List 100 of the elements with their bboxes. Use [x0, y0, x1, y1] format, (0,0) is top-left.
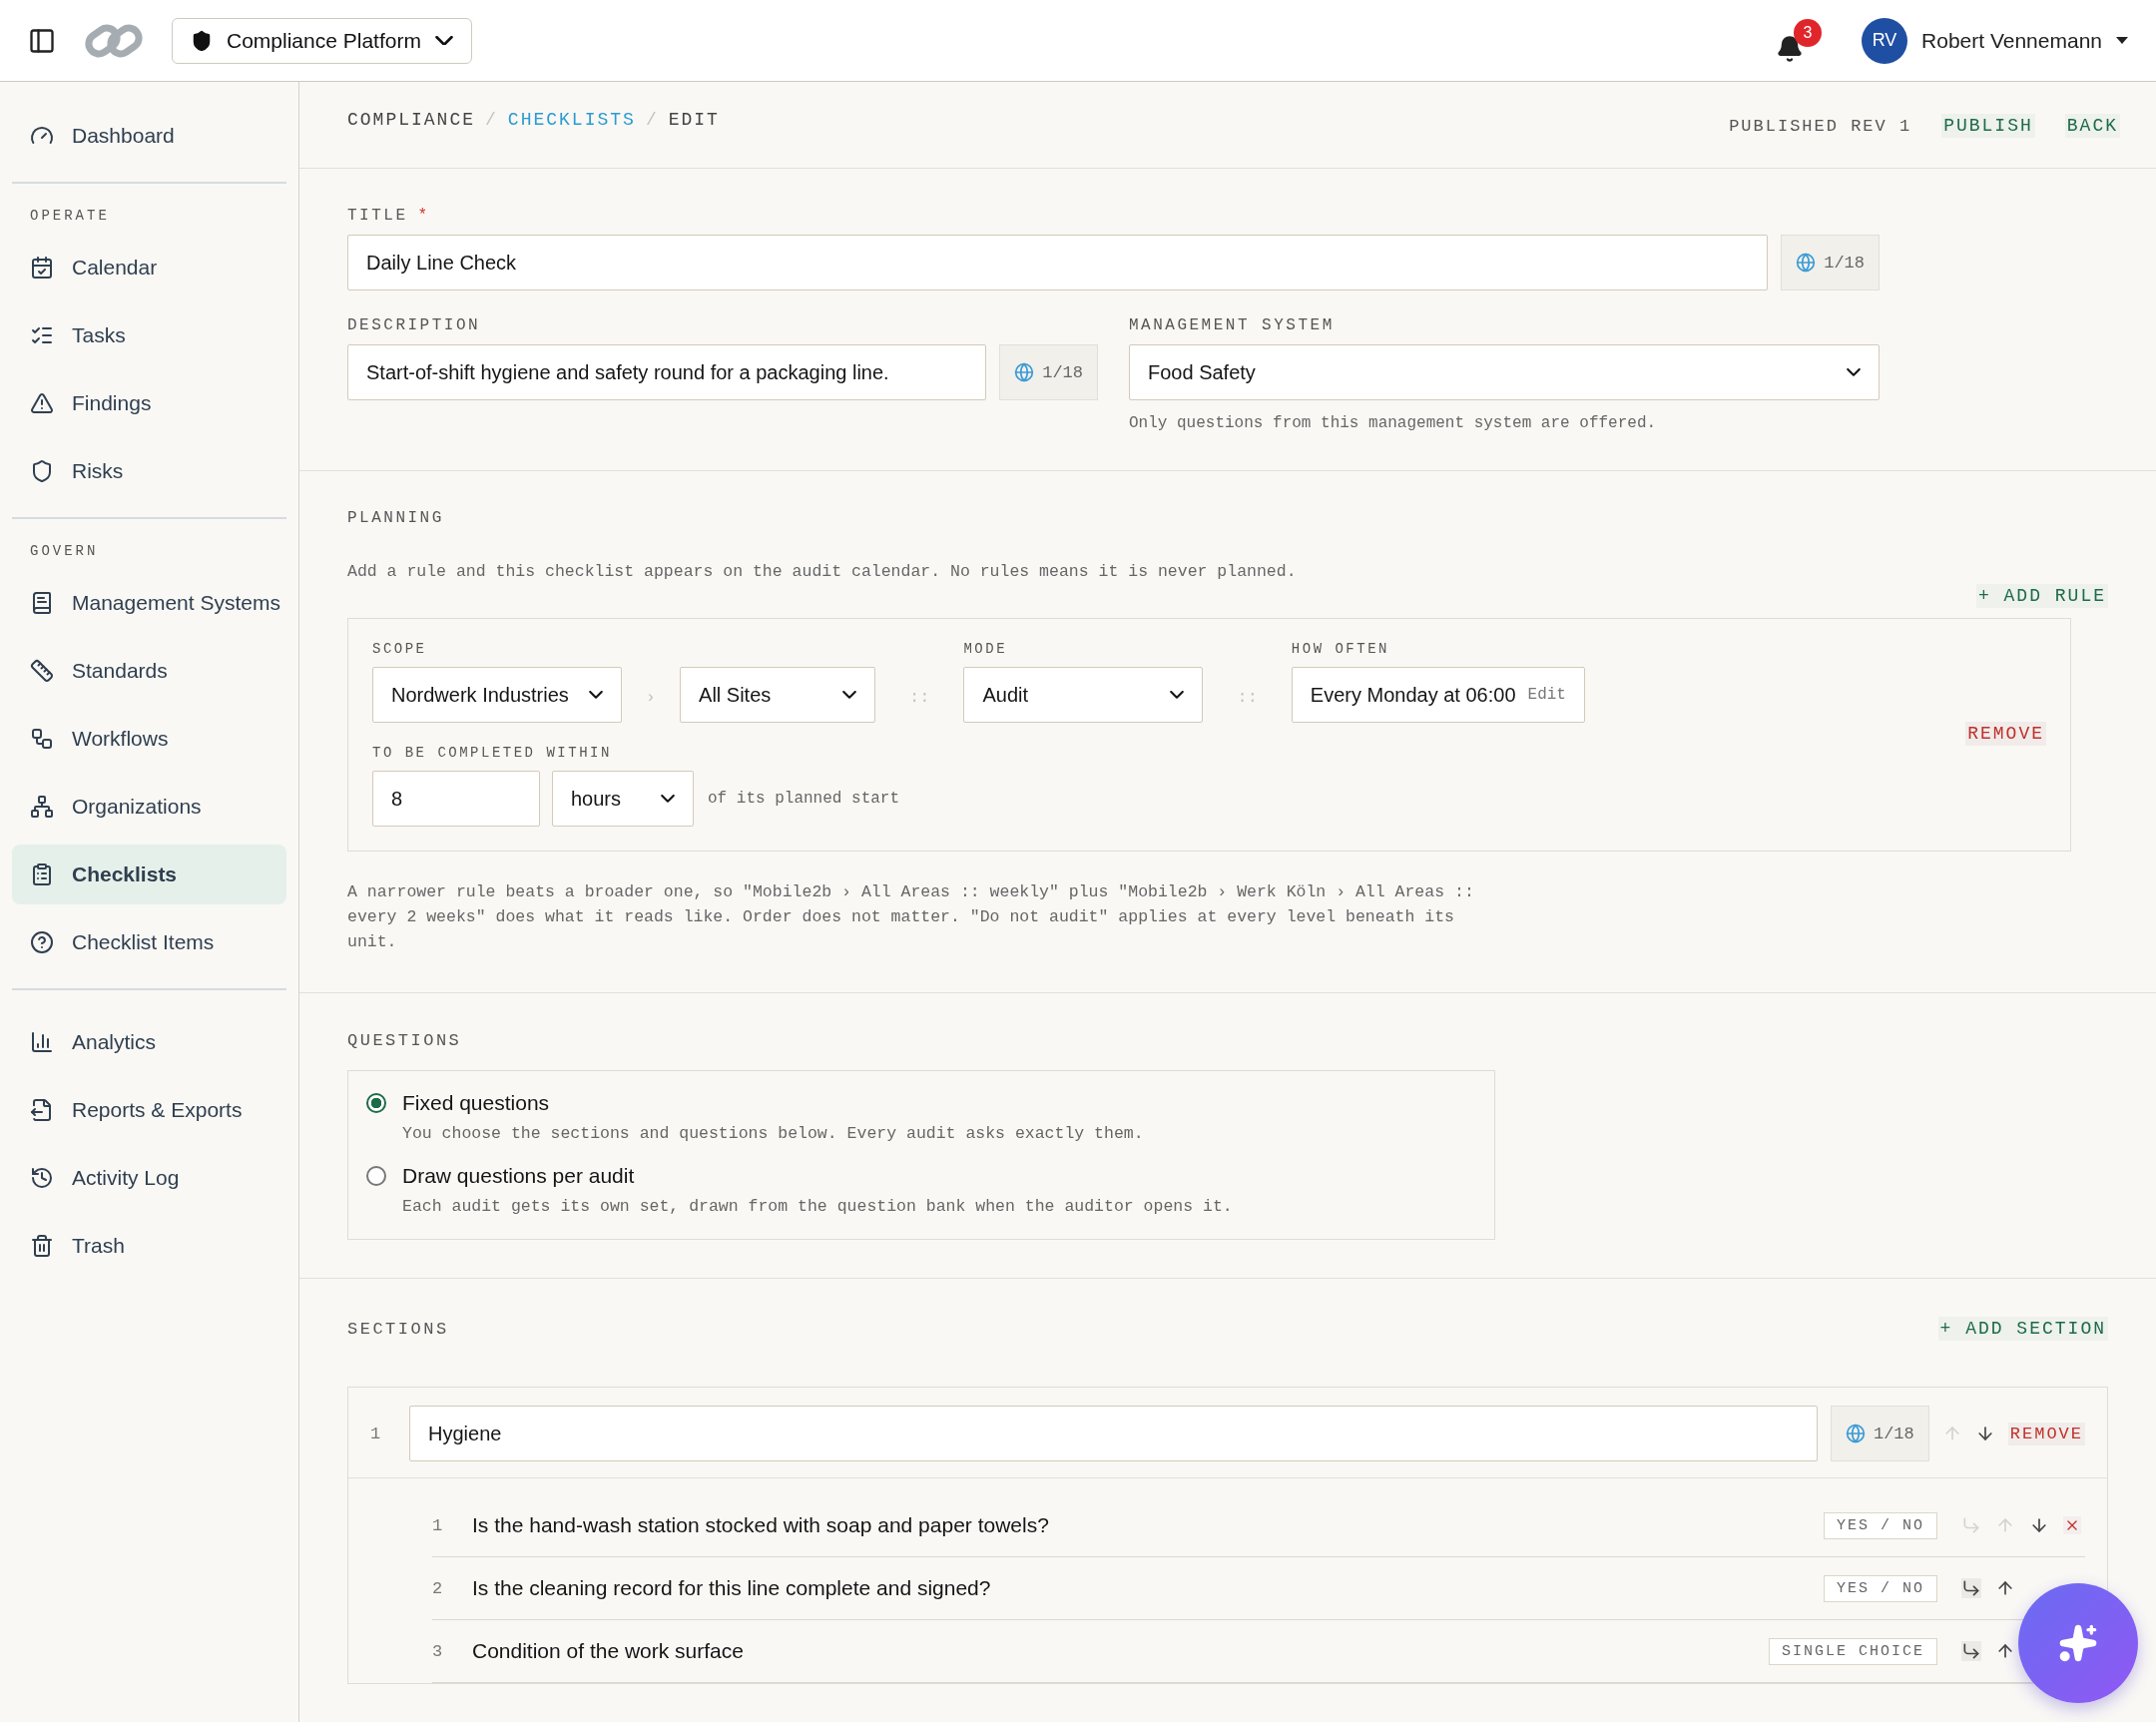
header-action-button[interactable]: BACK — [2064, 114, 2120, 138]
field-label: TO BE COMPLETED WITHIN — [372, 745, 613, 761]
section-title: PLANNING — [347, 509, 445, 527]
nav-icon — [30, 256, 54, 280]
title-field[interactable]: Daily Line Check — [347, 235, 1769, 290]
globe-icon — [1014, 362, 1035, 382]
nav-icon — [30, 1098, 54, 1122]
section-title: QUESTIONS — [347, 1031, 463, 1050]
edit-link[interactable]: Edit — [1527, 686, 1566, 704]
globe-icon — [1845, 1424, 1866, 1443]
sidebar-item[interactable]: Reports & Exports — [12, 1080, 286, 1140]
nav-icon — [30, 591, 54, 615]
frequency-field[interactable]: Every Monday at 06:00 Edit — [1291, 667, 1585, 723]
breadcrumb-item: EDIT — [668, 110, 720, 130]
sidebar-item[interactable]: Organizations — [12, 777, 286, 837]
question-text: Is the cleaning record for this line complete and signed? — [472, 1576, 992, 1600]
sidebar-item[interactable]: Dashboard — [12, 106, 286, 166]
section-intro: Add a rule and this checklist appears on the audit calendar. No rules means it is never planned. — [347, 561, 1298, 583]
duration-suffix: of its planned start — [707, 790, 900, 808]
nav-icon — [30, 1166, 54, 1190]
remove-rule-button[interactable]: REMOVE — [1965, 722, 2046, 746]
question-text: Is the hand-wash station stocked with soap and paper towels? — [472, 1513, 1050, 1537]
management-system-select[interactable]: Food Safety — [1129, 344, 1880, 400]
delete-icon[interactable] — [2063, 1516, 2081, 1534]
field-label: DESCRIPTION — [347, 316, 482, 334]
sidebar-toggle-icon[interactable] — [28, 26, 56, 55]
sidebar-item[interactable]: Calendar — [12, 238, 286, 297]
section-name-field[interactable]: Hygiene — [409, 1406, 1818, 1461]
chevron-down-icon — [1847, 368, 1861, 376]
sidebar-item[interactable]: Activity Log — [12, 1148, 286, 1208]
sidebar-item[interactable]: Analytics — [12, 1012, 286, 1072]
field-hint: Only questions from this management system are offered. — [1129, 414, 1658, 432]
breadcrumb-separator: / — [645, 110, 659, 130]
header-action-button[interactable]: PUBLISH — [1941, 114, 2035, 138]
option-description: You choose the sections and questions below. Every audit asks exactly them. — [402, 1123, 1145, 1145]
question-type-badge: YES / NO — [1824, 1511, 1937, 1539]
sidebar-item[interactable]: Tasks — [12, 305, 286, 365]
avatar: RV — [1862, 17, 1908, 64]
nav-icon — [30, 1030, 54, 1054]
duration-field[interactable]: 8 — [372, 771, 540, 827]
sparkles-icon — [2058, 1623, 2098, 1663]
breadcrumb-item: COMPLIANCE — [347, 110, 476, 130]
translations-badge[interactable]: 1/18 — [1830, 1406, 1929, 1461]
chevron-down-icon — [434, 35, 453, 46]
sidebar-item[interactable]: Checklists — [12, 845, 286, 904]
sidebar-item[interactable]: Trash — [12, 1216, 286, 1276]
bell-icon — [1776, 34, 1805, 63]
question-type-badge: SINGLE CHOICE — [1768, 1637, 1937, 1665]
add-section-button[interactable]: + ADD SECTION — [1937, 1317, 2108, 1341]
user-menu[interactable]: RV Robert Vennemann — [1862, 17, 2128, 64]
nav-icon — [30, 459, 54, 483]
sidebar-item[interactable]: Management Systems — [12, 573, 286, 633]
option-label: Fixed questions — [402, 1091, 551, 1115]
option-label: Draw questions per audit — [402, 1164, 636, 1188]
remove-section-button[interactable]: REMOVE — [2007, 1422, 2085, 1445]
option-description: Each audit gets its own set, drawn from the question bank when the auditor opens it. — [402, 1196, 1234, 1218]
chevron-down-icon — [1170, 691, 1185, 699]
indent-icon[interactable] — [1961, 1641, 1981, 1661]
notification-count: 3 — [1794, 18, 1823, 47]
notifications-button[interactable]: 3 — [1776, 18, 1823, 63]
field-label: HOW OFTEN — [1291, 641, 1390, 657]
nav-icon — [30, 1234, 54, 1258]
radio-button[interactable] — [366, 1166, 386, 1186]
shield-icon — [191, 29, 213, 52]
section-title: SECTIONS — [347, 1320, 449, 1339]
field-label: SCOPE — [372, 641, 428, 657]
caret-icon — [2116, 37, 2128, 44]
nav-group-title: GOVERN — [29, 542, 100, 561]
nav-icon — [30, 795, 54, 819]
scope-select[interactable]: All Sites — [680, 667, 876, 723]
workspace-selector[interactable]: Compliance Platform — [172, 17, 472, 64]
question-type-badge: YES / NO — [1824, 1574, 1937, 1602]
field-label: TITLE — [347, 207, 408, 225]
add-rule-button[interactable]: + ADD RULE — [1975, 584, 2108, 608]
sidebar-item[interactable]: Risks — [12, 441, 286, 501]
question-text: Condition of the work surface — [472, 1639, 745, 1663]
sidebar-item[interactable]: Checklist Items — [12, 912, 286, 972]
planning-note: A narrower rule beats a broader one, so "Mobile2b › All Areas :: weekly" plus "Mobile2b › Werk Köln › All Areas :: every 2 weeks" does what it reads like. Order does not matter. "Do not audit" applies at every level beneath its unit. — [347, 881, 1475, 953]
group-separator: :: — [908, 688, 931, 709]
unit-select[interactable]: hours — [552, 771, 694, 827]
assistant-button[interactable] — [2018, 1583, 2138, 1703]
sidebar-item[interactable]: Standards — [12, 641, 286, 701]
question-number: 1 — [432, 1515, 444, 1535]
translations-badge[interactable]: 1/18 — [1781, 235, 1880, 290]
sidebar-item[interactable]: Findings — [12, 373, 286, 433]
sidebar-item[interactable]: Workflows — [12, 709, 286, 769]
publish-status: PUBLISHED REV 1 — [1729, 116, 1912, 136]
scope-separator: › — [644, 688, 658, 709]
field-label: MANAGEMENT SYSTEM — [1129, 316, 1336, 334]
mode-select[interactable]: Audit — [963, 667, 1204, 723]
chevron-down-icon — [842, 691, 857, 699]
description-field[interactable]: Start-of-shift hygiene and safety round for a packaging line. — [347, 344, 987, 400]
radio-button[interactable] — [366, 1093, 386, 1113]
nav-group-title: OPERATE — [29, 207, 111, 226]
translations-badge[interactable]: 1/18 — [999, 344, 1098, 400]
nav-icon — [30, 727, 54, 751]
indent-icon[interactable] — [1961, 1578, 1981, 1598]
scope-select[interactable]: Nordwerk Industries — [372, 667, 622, 723]
chevron-down-icon — [588, 691, 603, 699]
required-mark: * — [417, 207, 428, 225]
